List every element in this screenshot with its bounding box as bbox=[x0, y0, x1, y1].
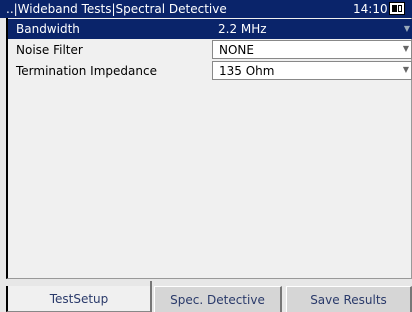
chevron-down-icon: ▼ bbox=[402, 44, 409, 53]
noise-filter-select[interactable]: NONE ▼ bbox=[212, 40, 412, 59]
setting-label: Bandwidth bbox=[16, 22, 80, 36]
setting-value: NONE bbox=[219, 43, 254, 57]
tab-label: Save Results bbox=[310, 293, 387, 307]
setting-value: 135 Ohm bbox=[219, 64, 275, 78]
setting-label: Termination Impedance bbox=[16, 64, 157, 78]
setting-value: 2.2 MHz bbox=[218, 22, 267, 36]
setting-label: Noise Filter bbox=[16, 43, 83, 57]
termination-impedance-select[interactable]: 135 Ohm ▼ bbox=[212, 61, 412, 80]
settings-panel: Bandwidth 2.2 MHz ▼ Noise Filter NONE ▼ … bbox=[6, 18, 412, 279]
clock: 14:10 bbox=[353, 2, 388, 16]
chevron-down-icon: ▼ bbox=[402, 65, 409, 74]
tab-label: Spec. Detective bbox=[170, 293, 265, 307]
tab-spec-detective[interactable]: Spec. Detective bbox=[154, 286, 282, 312]
tab-test-setup[interactable]: TestSetup bbox=[6, 286, 150, 312]
title-bar: ..|Wideband Tests|Spectral Detective 14:… bbox=[0, 0, 412, 18]
battery-icon bbox=[389, 2, 405, 15]
chevron-down-icon: ▼ bbox=[403, 24, 410, 33]
setting-row-noise-filter: Noise Filter NONE ▼ bbox=[8, 40, 412, 60]
tab-save-results[interactable]: Save Results bbox=[286, 286, 412, 312]
window-title: ..|Wideband Tests|Spectral Detective bbox=[6, 2, 227, 16]
setting-row-bandwidth[interactable]: Bandwidth 2.2 MHz ▼ bbox=[8, 19, 412, 39]
tab-divider bbox=[150, 281, 152, 312]
setting-row-termination-impedance: Termination Impedance 135 Ohm ▼ bbox=[8, 61, 412, 81]
tab-label: TestSetup bbox=[49, 292, 109, 306]
